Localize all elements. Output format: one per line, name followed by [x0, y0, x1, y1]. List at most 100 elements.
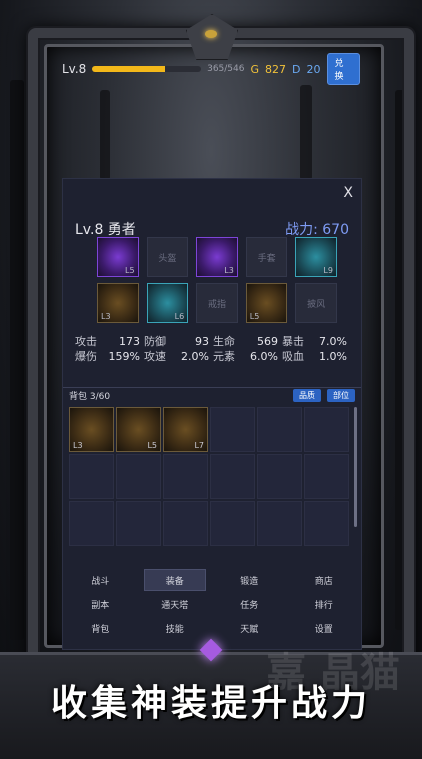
sort-quality-button[interactable]: 品质 [293, 389, 321, 402]
top-status-bar: Lv.8 365/546 G 827 D 20 兑换 [62, 53, 360, 85]
equipment-slots: L5 头盔 L3 手套 L9 L3 L6 戒指 L5 披风 [97, 237, 337, 329]
stat-name: 防御 [144, 335, 166, 348]
hero-header: Lv.8 勇者 战力: 670 [75, 219, 349, 239]
player-level: Lv.8 [62, 62, 87, 76]
tree-trunk [10, 80, 24, 640]
item-level: L5 [125, 266, 135, 275]
bag-slot-empty[interactable] [257, 407, 302, 452]
bag-slot-empty[interactable] [210, 454, 255, 499]
menu-item[interactable]: 天赋 [212, 617, 287, 639]
equip-slot-item[interactable]: L5 [245, 283, 288, 323]
hero-name: Lv.8 勇者 [75, 222, 136, 238]
item-level: L5 [147, 441, 157, 450]
crest-eye-icon [205, 30, 217, 38]
stat-name: 吸血 [282, 350, 304, 363]
bag-slot-empty[interactable] [257, 501, 302, 546]
menu-item[interactable]: 设置 [287, 617, 362, 639]
bag-label: 背包 3/60 [69, 392, 111, 402]
menu-item[interactable]: 技能 [138, 617, 213, 639]
slot-label: 手套 [257, 253, 276, 264]
equip-slot-item[interactable]: L3 [196, 237, 238, 277]
bag-slot-empty[interactable] [116, 454, 161, 499]
item-level: L3 [101, 312, 111, 321]
stat-name: 生命 [213, 335, 235, 348]
bag-slot-empty[interactable] [210, 407, 255, 452]
menu-item[interactable]: 排行 [287, 593, 362, 615]
bag-item[interactable]: L3 [69, 407, 114, 452]
bag-slot-empty[interactable] [210, 501, 255, 546]
equip-slot-empty[interactable]: 披风 [295, 283, 337, 323]
stat-value: 1.0% [319, 350, 347, 363]
stat-name: 暴击 [282, 335, 304, 348]
item-level: L9 [323, 266, 333, 275]
slot-label: 披风 [307, 299, 326, 310]
menu-item[interactable]: 任务 [212, 593, 287, 615]
xp-fill [92, 66, 165, 72]
bag-slot-empty[interactable] [304, 501, 349, 546]
menu-item[interactable]: 商店 [287, 569, 362, 591]
bag-slot-empty[interactable] [69, 501, 114, 546]
close-button[interactable]: X [343, 185, 353, 201]
stat-value: 93 [195, 335, 209, 348]
stat-value: 159% [108, 350, 140, 363]
stats-table: 攻击 173 防御 93 生命 569 暴击 7.0% 爆伤 159% 攻速 2.0% 元素 6.0% 吸… [75, 334, 351, 364]
stat-value: 569 [257, 335, 278, 348]
stat-name: 攻击 [75, 335, 97, 348]
bag-slot-empty[interactable] [257, 454, 302, 499]
gold-amount: 827 [265, 62, 287, 76]
main-menu: 战斗 装备 锻造 商店副本 通天塔 任务 排行背包 技能 天赋 设置 [63, 569, 361, 639]
bag-slot-empty[interactable] [163, 454, 208, 499]
exchange-button[interactable]: 兑换 [326, 53, 360, 85]
slot-row: L3 L6 戒指 L5 披风 [97, 283, 337, 323]
equip-slot-item[interactable]: L6 [146, 283, 189, 323]
bag-slot-empty[interactable] [304, 454, 349, 499]
bag-scrollbar[interactable] [354, 407, 357, 527]
equip-slot-item[interactable]: L3 [97, 283, 139, 323]
diamond-amount: 20 [306, 62, 321, 76]
stat-value: 6.0% [250, 350, 278, 363]
xp-text: 365/546 [207, 64, 245, 74]
menu-item[interactable]: 战斗 [63, 569, 138, 591]
item-level: L3 [73, 441, 83, 450]
menu-item[interactable]: 装备 [143, 569, 206, 591]
equipment-panel: X Lv.8 勇者 战力: 670 L5 头盔 L3 手套 L9 L3 L6 戒指 L5 披风 … [62, 178, 362, 650]
bag-slot-empty[interactable] [304, 407, 349, 452]
xp-bar [92, 66, 202, 72]
bag-slot-empty[interactable] [163, 501, 208, 546]
power-value: 战力: 670 [285, 222, 349, 238]
bag-item[interactable]: L7 [163, 407, 208, 452]
equip-slot-empty[interactable]: 手套 [245, 237, 288, 277]
bag-grid: L3 L5 L7 [69, 407, 351, 546]
menu-item[interactable]: 锻造 [212, 569, 287, 591]
item-level: L5 [249, 312, 260, 321]
stat-name: 爆伤 [75, 350, 97, 363]
slot-label: 戒指 [207, 299, 226, 310]
stat-value: 7.0% [319, 335, 347, 348]
diamond-icon: D [292, 62, 301, 76]
bag-slot-empty[interactable] [69, 454, 114, 499]
menu-item[interactable]: 背包 [63, 617, 138, 639]
item-level: L3 [224, 266, 234, 275]
promo-slogan: 收集神装提升战力 [50, 683, 371, 724]
stat-name: 元素 [213, 350, 235, 363]
bag-header: 背包 3/60 品质 部位 [63, 387, 361, 403]
menu-item[interactable]: 通天塔 [138, 593, 213, 615]
slot-label: 头盔 [158, 253, 177, 264]
stats-row: 攻击 173 防御 93 生命 569 暴击 7.0% [75, 334, 351, 349]
bag-slot-empty[interactable] [116, 501, 161, 546]
stat-value: 173 [119, 335, 140, 348]
equip-slot-empty[interactable]: 戒指 [196, 283, 238, 323]
menu-item[interactable]: 副本 [63, 593, 138, 615]
stats-row: 爆伤 159% 攻速 2.0% 元素 6.0% 吸血 1.0% [75, 349, 351, 364]
item-level: L6 [174, 312, 185, 321]
equip-slot-empty[interactable]: 头盔 [146, 237, 189, 277]
equip-slot-item[interactable]: L9 [295, 237, 337, 277]
gold-icon: G [250, 62, 260, 76]
slot-row: L5 头盔 L3 手套 L9 [97, 237, 337, 277]
stat-value: 2.0% [181, 350, 209, 363]
equip-slot-item[interactable]: L5 [97, 237, 139, 277]
item-level: L7 [194, 441, 204, 450]
sort-part-button[interactable]: 部位 [327, 389, 355, 402]
stat-name: 攻速 [144, 350, 166, 363]
bag-item[interactable]: L5 [116, 407, 161, 452]
